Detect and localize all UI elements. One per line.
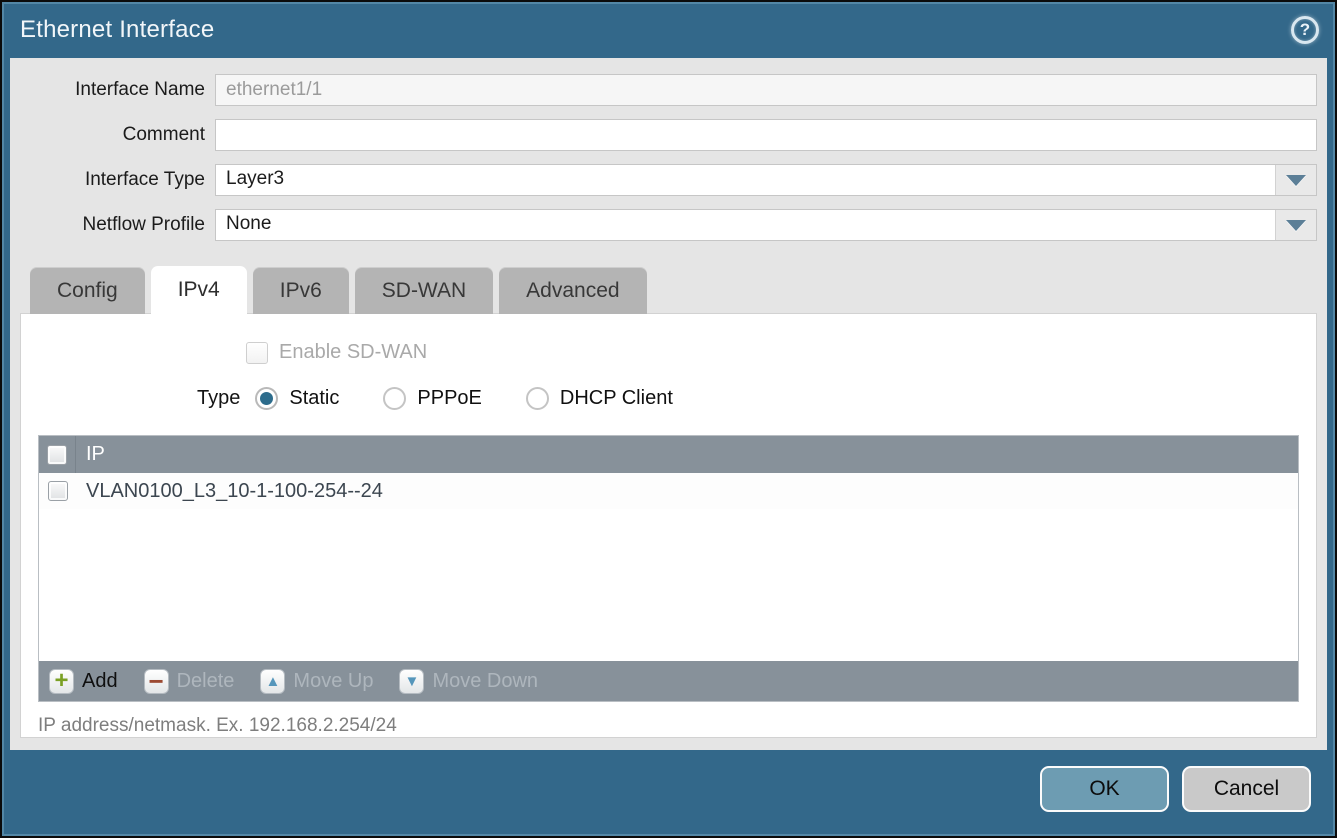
radio-static-label: Static xyxy=(289,387,339,410)
add-button[interactable]: + Add xyxy=(49,669,118,694)
delete-button-label: Delete xyxy=(177,670,235,693)
select-all-checkbox[interactable] xyxy=(47,445,67,465)
enable-sdwan-label: Enable SD-WAN xyxy=(279,341,427,364)
interface-type-row: Interface Type Layer3 xyxy=(20,164,1317,196)
interface-type-label: Interface Type xyxy=(20,169,215,191)
comment-field[interactable] xyxy=(215,119,1317,151)
type-label: Type xyxy=(197,387,240,410)
chevron-down-icon[interactable] xyxy=(1276,165,1316,195)
netflow-profile-value: None xyxy=(216,210,1276,240)
interface-name-row: Interface Name xyxy=(20,74,1317,106)
ok-button[interactable]: OK xyxy=(1040,766,1169,812)
chevron-down-icon[interactable] xyxy=(1276,210,1316,240)
netflow-profile-row: Netflow Profile None xyxy=(20,209,1317,241)
tab-ipv6[interactable]: IPv6 xyxy=(253,267,349,314)
netflow-profile-label: Netflow Profile xyxy=(20,214,215,236)
row-checkbox-cell[interactable] xyxy=(39,481,76,501)
move-down-button-label: Move Down xyxy=(432,670,538,693)
move-up-button[interactable]: ▲ Move Up xyxy=(260,669,373,694)
radio-pppoe-icon[interactable] xyxy=(383,387,406,410)
netflow-profile-dropdown[interactable]: None xyxy=(215,209,1317,241)
ip-hint-text: IP address/netmask. Ex. 192.168.2.254/24 xyxy=(38,715,1300,737)
ethernet-interface-dialog: Ethernet Interface ? Interface Name Comm… xyxy=(0,0,1337,838)
tab-ipv4[interactable]: IPv4 xyxy=(151,266,247,314)
select-all-cell[interactable] xyxy=(39,436,76,473)
ip-table-header: IP xyxy=(39,436,1298,473)
radio-dhcp-client-label: DHCP Client xyxy=(560,387,673,410)
interface-name-field xyxy=(215,74,1317,106)
cancel-button[interactable]: Cancel xyxy=(1182,766,1311,812)
ipv4-panel: Enable SD-WAN Type Static PPPoE DHCP Cli… xyxy=(20,313,1317,738)
radio-dhcp-client[interactable]: DHCP Client xyxy=(526,387,673,410)
radio-pppoe[interactable]: PPPoE xyxy=(383,387,481,410)
dialog-content: Interface Name Comment Interface Type La… xyxy=(10,58,1327,750)
move-up-button-label: Move Up xyxy=(293,670,373,693)
dialog-titlebar: Ethernet Interface ? xyxy=(2,2,1335,58)
enable-sdwan-checkbox[interactable] xyxy=(246,342,268,364)
comment-row: Comment xyxy=(20,119,1317,151)
radio-pppoe-label: PPPoE xyxy=(417,387,481,410)
type-row: Type Static PPPoE DHCP Client xyxy=(197,387,1300,410)
tab-config[interactable]: Config xyxy=(30,267,145,314)
ip-table-body: VLAN0100_L3_10-1-100-254--24 xyxy=(39,473,1298,661)
add-icon: + xyxy=(49,669,74,694)
tab-advanced[interactable]: Advanced xyxy=(499,267,646,314)
ip-cell[interactable]: VLAN0100_L3_10-1-100-254--24 xyxy=(76,480,383,503)
help-icon[interactable]: ? xyxy=(1291,16,1319,44)
interface-type-value: Layer3 xyxy=(216,165,1276,195)
move-up-icon: ▲ xyxy=(260,669,285,694)
row-checkbox[interactable] xyxy=(48,481,68,501)
delete-button[interactable]: − Delete xyxy=(144,669,235,694)
ip-table: IP VLAN0100_L3_10-1-100-254--24 + Add xyxy=(38,435,1299,702)
move-down-button[interactable]: ▼ Move Down xyxy=(399,669,538,694)
ip-column-header[interactable]: IP xyxy=(76,443,105,466)
move-down-icon: ▼ xyxy=(399,669,424,694)
dialog-title: Ethernet Interface xyxy=(20,16,214,44)
enable-sdwan-row: Enable SD-WAN xyxy=(246,341,1300,364)
delete-icon: − xyxy=(144,669,169,694)
radio-static[interactable]: Static xyxy=(255,387,339,410)
dialog-footer: OK Cancel xyxy=(2,750,1335,836)
radio-static-icon[interactable] xyxy=(255,387,278,410)
comment-label: Comment xyxy=(20,124,215,146)
table-row[interactable]: VLAN0100_L3_10-1-100-254--24 xyxy=(39,473,1298,509)
add-button-label: Add xyxy=(82,670,118,693)
interface-name-label: Interface Name xyxy=(20,79,215,101)
tab-sdwan[interactable]: SD-WAN xyxy=(355,267,493,314)
ip-table-toolbar: + Add − Delete ▲ Move Up ▼ Move Down xyxy=(39,661,1298,701)
tabstrip: Config IPv4 IPv6 SD-WAN Advanced xyxy=(30,266,1317,314)
radio-dhcp-client-icon[interactable] xyxy=(526,387,549,410)
interface-type-dropdown[interactable]: Layer3 xyxy=(215,164,1317,196)
